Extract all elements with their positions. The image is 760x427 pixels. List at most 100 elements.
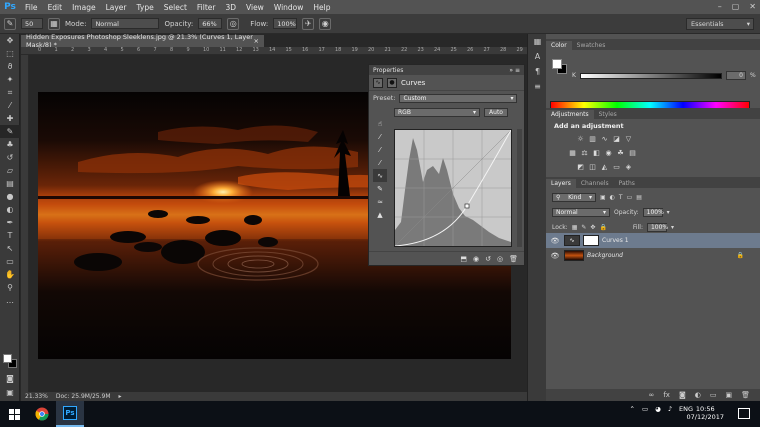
more-tools-icon[interactable]: … (0, 294, 20, 307)
move-tool-icon[interactable]: ✥ (0, 34, 20, 47)
layer-mask-thumbnail[interactable] (583, 235, 599, 246)
quick-mask-icon[interactable]: ◙ (0, 372, 20, 385)
color-swatches[interactable] (3, 354, 17, 368)
foreground-color-swatch[interactable] (552, 59, 562, 69)
zoom-level[interactable]: 21.33% (25, 393, 48, 400)
eyedropper-tool-icon[interactable]: ⁄ (0, 99, 20, 112)
photoshop-taskbar-icon[interactable]: Ps (56, 401, 84, 427)
dodge-tool-icon[interactable]: ◐ (0, 203, 20, 216)
brush-panel-icon[interactable]: ▦ (48, 17, 60, 30)
curves-adjustment-icon[interactable]: ∿ (373, 77, 383, 88)
add-mask-icon[interactable]: ◙ (679, 391, 686, 399)
close-tab-icon[interactable]: × (254, 37, 259, 45)
document-tab[interactable]: Hidden Exposures Photoshop Sleeklens.jpg… (21, 33, 264, 49)
lock-transparent-icon[interactable]: ▦ (572, 224, 578, 231)
visibility-eye-icon[interactable]: 👁 (546, 252, 564, 260)
menu-help[interactable]: Help (308, 3, 335, 12)
layer-name[interactable]: Background (587, 252, 623, 259)
tab-styles[interactable]: Styles (594, 110, 622, 119)
black-white-icon[interactable]: ◧ (592, 148, 601, 157)
tab-color[interactable]: Color (546, 41, 572, 50)
visibility-eye-icon[interactable]: 👁 (546, 237, 564, 245)
selective-color-icon[interactable]: ◈ (624, 162, 633, 171)
curves-graph[interactable] (394, 129, 512, 247)
filter-shape-icon[interactable]: ▭ (627, 194, 633, 201)
menu-file[interactable]: File (20, 3, 43, 12)
brush-tool-preset-icon[interactable]: ✎ (4, 17, 16, 30)
status-arrow-icon[interactable]: ▸ (119, 393, 122, 400)
menu-layer[interactable]: Layer (101, 3, 132, 12)
menu-select[interactable]: Select (159, 3, 192, 12)
exposure-icon[interactable]: ◪ (612, 134, 621, 143)
new-layer-icon[interactable]: ▣ (725, 391, 732, 399)
layer-opacity-input[interactable]: 100% (642, 207, 664, 217)
view-previous-icon[interactable]: ◉ (473, 255, 479, 263)
hand-tool-icon[interactable]: ✋ (0, 268, 20, 281)
channel-select[interactable]: RGB ▾ (394, 107, 480, 117)
filter-type-icon[interactable]: T (619, 194, 623, 201)
invert-icon[interactable]: ◩ (576, 162, 585, 171)
tab-adjustments[interactable]: Adjustments (546, 110, 594, 119)
menu-3d[interactable]: 3D (220, 3, 241, 12)
pressure-opacity-icon[interactable]: ◎ (227, 17, 240, 30)
filter-pixel-icon[interactable]: ▣ (600, 194, 606, 201)
tab-layers[interactable]: Layers (546, 179, 576, 188)
filter-adjustment-icon[interactable]: ◐ (610, 194, 615, 201)
reset-icon[interactable]: ↺ (485, 255, 491, 263)
smooth-curve-icon[interactable]: ≈ (373, 195, 387, 208)
action-center-icon[interactable] (738, 408, 750, 419)
flow-input[interactable]: 100% (273, 18, 298, 29)
clip-to-layer-icon[interactable]: ⬒ (460, 255, 467, 263)
photo-filter-icon[interactable]: ◉ (604, 148, 613, 157)
history-panel-icon[interactable]: ▦ (528, 34, 547, 49)
menu-image[interactable]: Image (67, 3, 101, 12)
chevron-down-icon[interactable]: ▾ (667, 209, 670, 216)
lock-icon[interactable]: 🔒 (737, 252, 744, 259)
menu-edit[interactable]: Edit (43, 3, 68, 12)
chrome-taskbar-icon[interactable] (28, 401, 56, 427)
vibrance-icon[interactable]: ▽ (624, 134, 633, 143)
filter-kind-select[interactable]: ⚲ Kind ▾ (552, 192, 596, 202)
blend-mode-select[interactable]: Normal ▾ (552, 207, 610, 217)
paragraph-panel-icon[interactable]: ¶ (528, 64, 547, 79)
workspace-select[interactable]: Essentials ▾ (686, 18, 754, 30)
white-point-eyedropper-icon[interactable]: ⁄ (373, 156, 387, 169)
fill-input[interactable]: 100% (646, 222, 668, 232)
maximize-button[interactable]: ▢ (732, 2, 740, 11)
gray-point-eyedropper-icon[interactable]: ⁄ (373, 143, 387, 156)
layer-style-icon[interactable]: fx (663, 391, 670, 399)
panel-menu-icon[interactable]: » ≡ (509, 67, 520, 74)
clone-stamp-tool-icon[interactable]: ♣ (0, 138, 20, 151)
lock-image-icon[interactable]: ✎ (581, 224, 586, 231)
delete-layer-icon[interactable]: 🗑 (741, 391, 750, 399)
on-image-adjust-icon[interactable]: ☝ (373, 117, 387, 130)
color-balance-icon[interactable]: ⚖ (580, 148, 589, 157)
clipping-warning-icon[interactable]: ▲ (373, 208, 387, 221)
windows-start-icon[interactable] (0, 401, 28, 427)
quick-select-tool-icon[interactable]: ✦ (0, 73, 20, 86)
vertical-ruler[interactable] (21, 55, 29, 392)
visibility-icon[interactable]: ◎ (497, 255, 503, 263)
minimize-button[interactable]: – (718, 2, 722, 11)
threshold-icon[interactable]: ◭ (600, 162, 609, 171)
foreground-color-swatch[interactable] (3, 354, 12, 363)
volume-icon[interactable]: ♪ (668, 405, 672, 413)
brightness-contrast-icon[interactable]: ☼ (576, 134, 585, 143)
layer-mask-icon[interactable]: ● (387, 77, 397, 88)
k-slider[interactable] (580, 73, 722, 79)
lock-position-icon[interactable]: ✥ (590, 224, 595, 231)
eraser-tool-icon[interactable]: ▱ (0, 164, 20, 177)
layer-name[interactable]: Curves 1 (602, 237, 629, 244)
lasso-tool-icon[interactable]: ϑ (0, 60, 20, 73)
marquee-tool-icon[interactable]: ⬚ (0, 47, 20, 60)
preset-select[interactable]: Custom ▾ (399, 93, 518, 103)
adjustment-layer-thumbnail[interactable]: ∿ (564, 235, 580, 246)
crop-tool-icon[interactable]: ⌗ (0, 86, 20, 99)
tab-channels[interactable]: Channels (576, 179, 614, 188)
screen-mode-icon[interactable]: ▣ (0, 386, 20, 399)
blur-tool-icon[interactable]: ● (0, 190, 20, 203)
properties-panel-header[interactable]: Properties » ≡ (369, 65, 524, 75)
background-layer-thumbnail[interactable] (564, 250, 584, 261)
horizontal-ruler[interactable]: 0 1 2 3 4 5 6 7 8 9 10 11 12 13 14 15 16 17 18 19 20 21 22 23 24… (21, 47, 546, 55)
hue-saturation-icon[interactable]: ▦ (568, 148, 577, 157)
